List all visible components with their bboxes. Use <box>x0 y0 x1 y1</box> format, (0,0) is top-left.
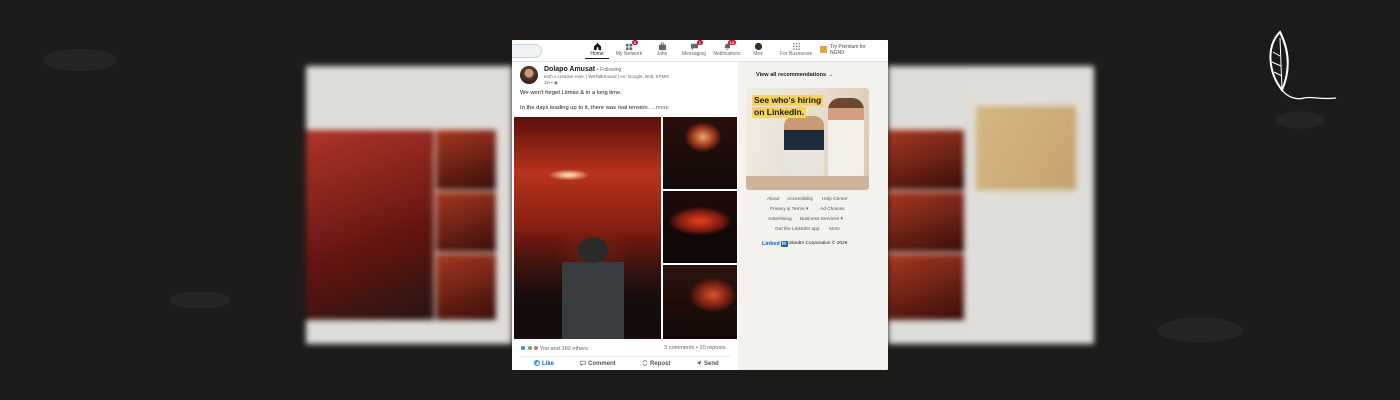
ad-person-2 <box>828 98 864 176</box>
comment-button[interactable]: Comment <box>580 360 616 367</box>
post-image-2[interactable] <box>663 117 737 189</box>
footer-advertising-link[interactable]: Advertising <box>768 217 792 222</box>
blurred-preview-left <box>306 66 512 344</box>
avatar-icon <box>754 42 762 51</box>
home-icon <box>593 42 601 51</box>
post-image-4[interactable] <box>663 265 737 339</box>
author-name[interactable]: Dolapo Amusat <box>544 66 595 73</box>
hiring-ad-banner[interactable]: See who's hiring on LinkedIn. <box>746 88 869 190</box>
chevron-down-icon: ▾ <box>809 51 812 57</box>
nav-my-network-label: My Network <box>615 51 643 57</box>
view-recommendations-link[interactable]: View all recommendations → <box>756 72 833 78</box>
grid-icon <box>792 43 800 50</box>
reactions-summary[interactable]: You and 160 others <box>520 345 588 352</box>
nav-messaging-label: Messaging <box>681 51 707 57</box>
bell-icon: 18 <box>723 40 736 51</box>
premium-line2: NGN0 <box>830 50 844 56</box>
post-text-line2: In the days leading up to it, there was … <box>520 105 669 111</box>
thumbs-up-icon <box>534 360 540 366</box>
messaging-icon: 1 <box>690 40 703 51</box>
follow-status: • Following <box>597 67 622 73</box>
post-time: 1w • ◉ <box>544 80 558 86</box>
premium-icon <box>820 46 827 53</box>
nav-me[interactable]: Me▾ <box>738 42 778 57</box>
chevron-down-icon: ▾ <box>760 51 763 57</box>
network-badge: 6 <box>632 40 638 45</box>
briefcase-icon <box>658 42 666 51</box>
ad-headline: See who's hiring on LinkedIn. <box>752 95 824 119</box>
linkedin-screenshot: Home 6 My Network Jobs 1 Messaging 18 No… <box>512 40 888 370</box>
celebrate-reaction-icon <box>526 345 533 351</box>
copyright-text: LinkedIn Corporation © 2026 <box>786 241 848 246</box>
see-more-link[interactable]: ...more <box>651 105 669 111</box>
repost-label: Repost <box>650 361 671 367</box>
footer-more-link[interactable]: More <box>829 227 840 232</box>
nav-notifications-label: Notifications <box>713 51 741 57</box>
globe-icon: ◉ <box>554 80 559 85</box>
ad-desk <box>746 176 869 190</box>
top-navigation-bar: Home 6 My Network Jobs 1 Messaging 18 No… <box>512 40 888 62</box>
repost-button[interactable]: Repost <box>642 360 670 367</box>
author-headline: tech x creative exec | WeTalkSound | ex:… <box>544 74 670 79</box>
post-image-main[interactable] <box>514 117 661 339</box>
blurred-preview-right <box>888 66 1094 344</box>
love-reaction-icon <box>533 345 540 351</box>
author-avatar[interactable] <box>520 66 538 84</box>
repost-icon <box>642 360 648 366</box>
person-silhouette <box>562 232 624 339</box>
reactions-count: You and 160 others <box>539 346 588 352</box>
comment-icon <box>580 360 586 366</box>
footer-adchoices-link[interactable]: Ad Choices <box>820 207 845 212</box>
author-name-row[interactable]: Dolapo Amusat • Following <box>544 66 621 73</box>
try-premium-link[interactable]: Try Premium for NGN0 <box>820 44 886 56</box>
footer-app-link[interactable]: Get the LinkedIn app <box>775 227 820 232</box>
notifications-badge: 18 <box>728 40 736 45</box>
messaging-badge: 1 <box>697 40 703 45</box>
ad-line1: See who's hiring <box>752 95 824 106</box>
like-label: Like <box>542 361 555 367</box>
linkedin-logo-text: Linked <box>762 241 780 247</box>
nav-jobs-label: Jobs <box>656 51 668 57</box>
footer-accessibility-link[interactable]: Accessibility <box>787 197 813 202</box>
nav-for-business[interactable]: For Business▾ <box>776 42 816 57</box>
feather-logo-icon <box>1269 30 1337 100</box>
post-text-line2-content: In the days leading up to it, there was … <box>520 105 650 111</box>
post-time-label: 1w • <box>544 80 553 85</box>
footer-help-link[interactable]: Help Center <box>822 197 848 202</box>
search-input[interactable] <box>512 44 542 58</box>
footer-about-link[interactable]: About <box>767 197 780 202</box>
comments-reposts-count[interactable]: 3 comments • 10 reposts <box>664 345 726 351</box>
network-icon: 6 <box>625 40 638 51</box>
footer-privacy-link[interactable]: Privacy & Terms ▾ <box>770 207 808 212</box>
post-text-line1: We won't forget Litmas & in a long time. <box>520 90 622 96</box>
feed-post: Dolapo Amusat • Following tech x creativ… <box>512 62 738 370</box>
actions-divider <box>520 356 730 357</box>
post-image-3[interactable] <box>663 191 737 263</box>
footer-business-link[interactable]: Business Services ▾ <box>800 217 843 222</box>
like-button[interactable]: Like <box>534 360 554 367</box>
nav-for-business-label: For Business <box>780 51 810 57</box>
send-label: Send <box>704 361 719 367</box>
like-reaction-icon <box>520 345 526 351</box>
send-button[interactable]: Send <box>696 360 719 367</box>
linkedin-logo: Linked in <box>762 241 788 247</box>
send-icon <box>696 360 702 366</box>
nav-home-label: Home <box>590 51 604 57</box>
ad-line2: on LinkedIn. <box>752 107 807 118</box>
comment-label: Comment <box>588 361 616 367</box>
ad-person-1 <box>784 116 824 176</box>
